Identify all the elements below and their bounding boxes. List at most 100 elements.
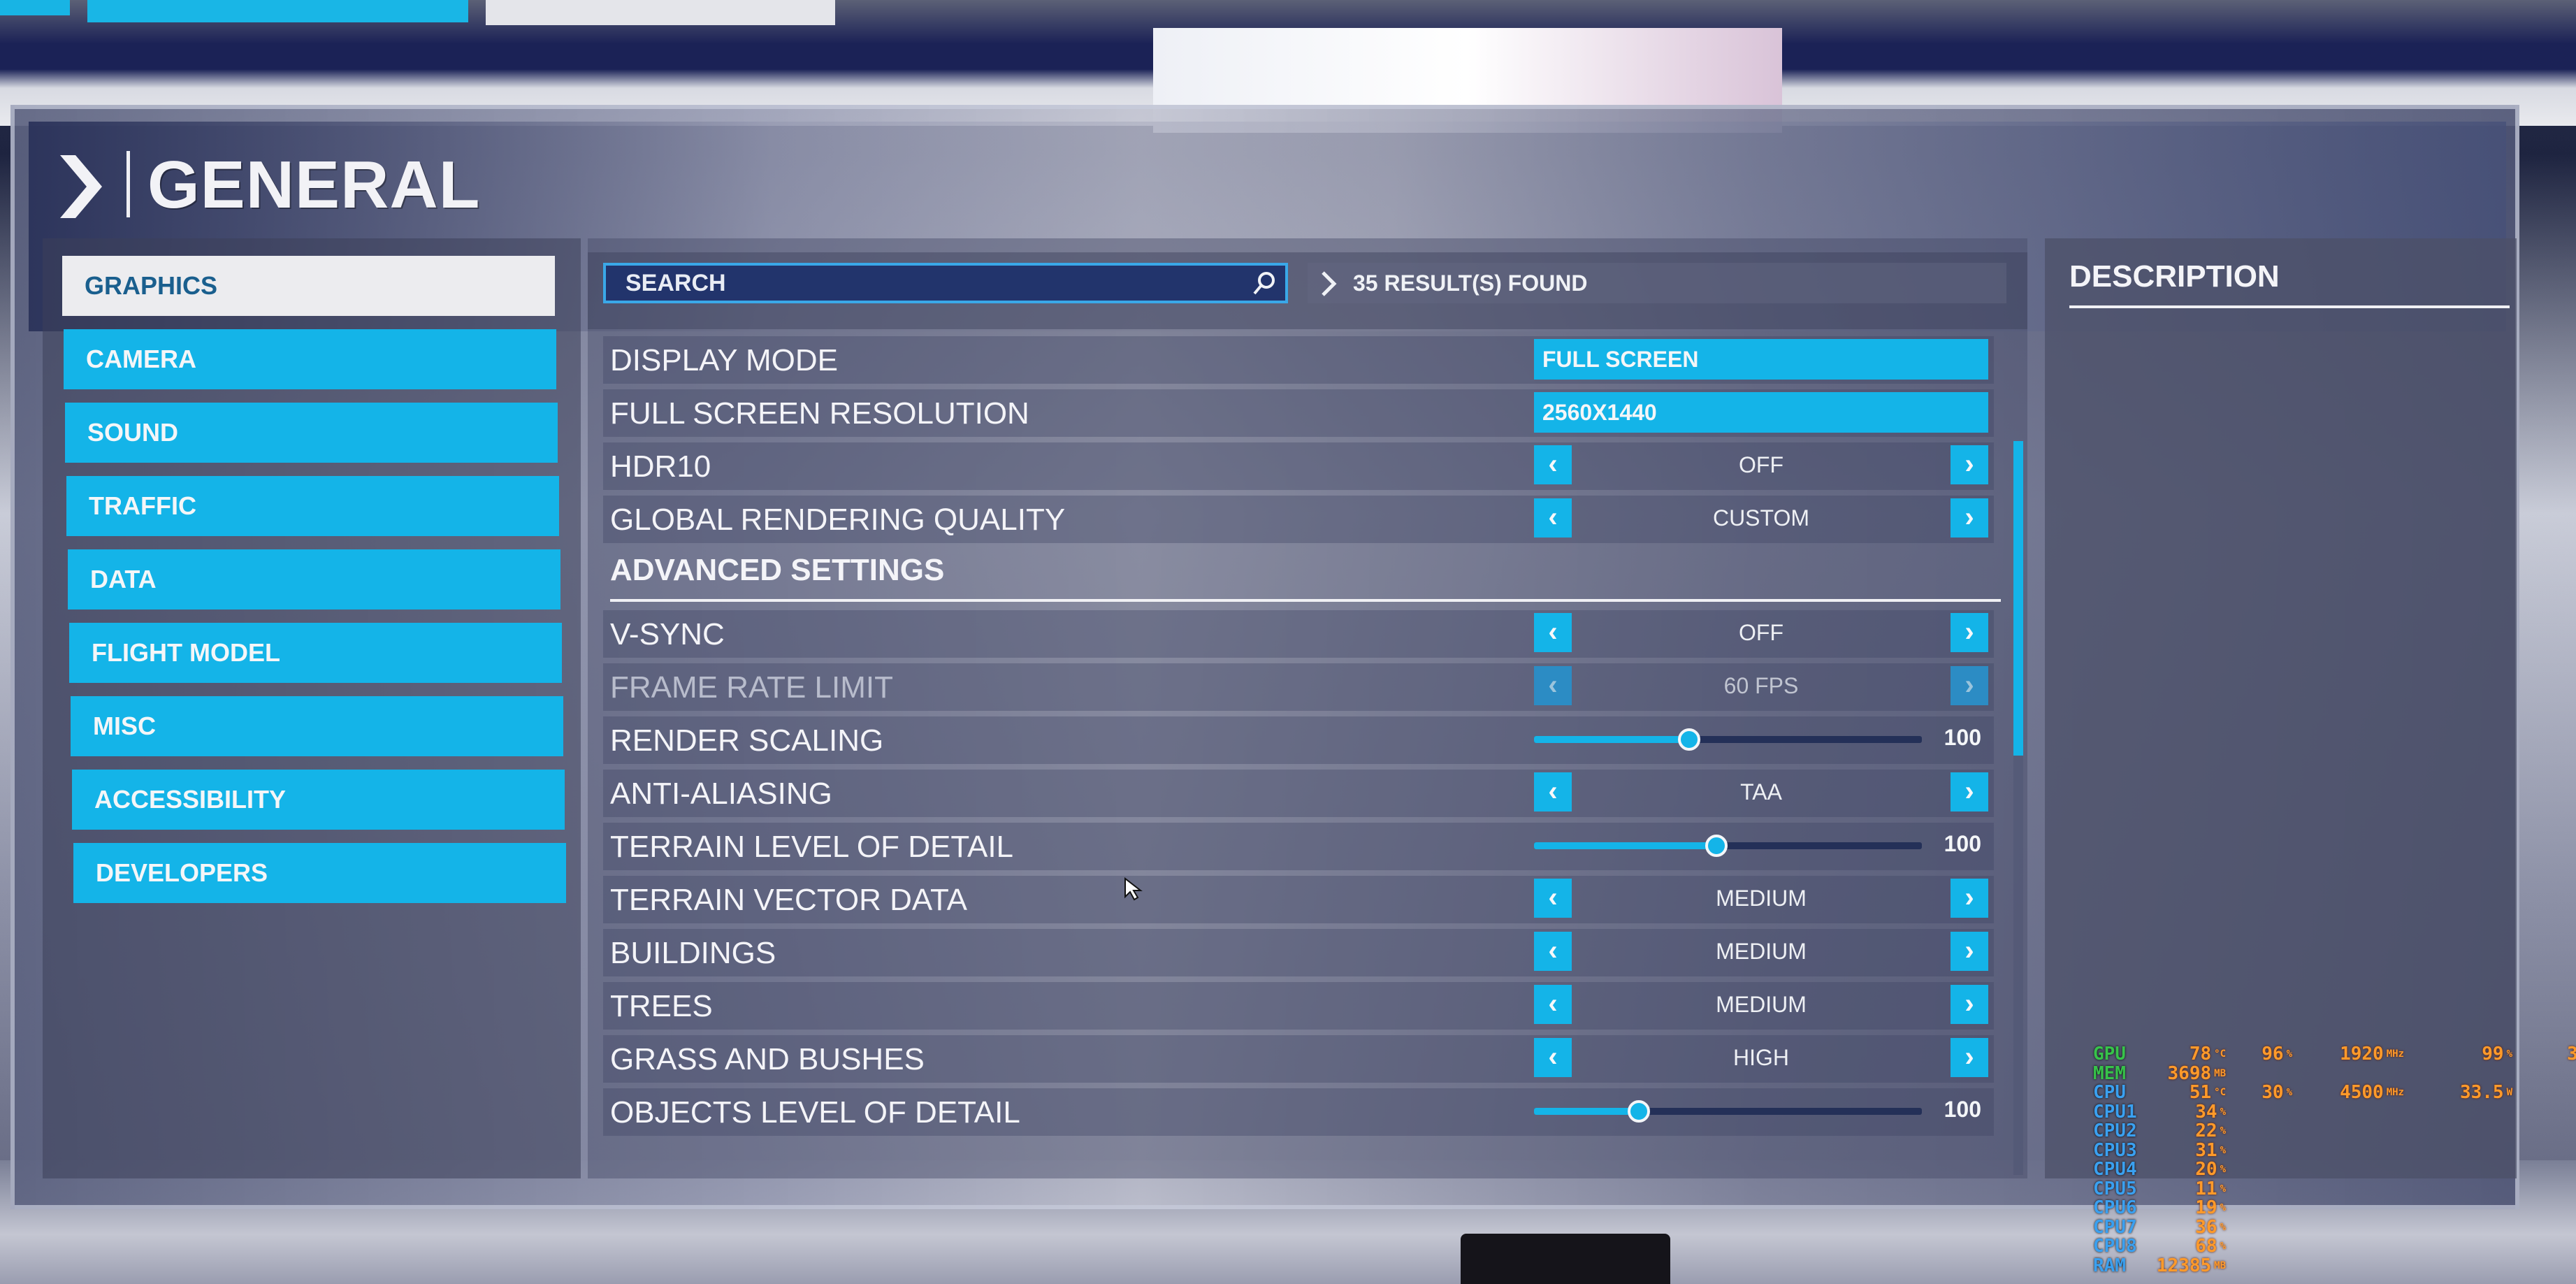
slider-value: 100 — [1944, 1097, 1981, 1122]
sidebar-item-label: CAMERA — [86, 345, 196, 373]
chevron-left-icon[interactable]: ‹ — [1534, 1038, 1572, 1077]
chevron-right-icon[interactable]: › — [1951, 879, 1988, 918]
setting-slider[interactable]: 100 — [1534, 719, 1988, 761]
search-icon[interactable] — [1250, 270, 1278, 298]
description-panel: DESCRIPTION — [2045, 238, 2517, 1178]
setting-label: HDR10 — [610, 449, 711, 484]
osd-value: 4500 MHz — [2327, 1083, 2404, 1103]
chevron-right-icon[interactable]: › — [1951, 498, 1988, 538]
setting-row-buildings: BUILDINGS ‹ MEDIUM › — [603, 929, 1994, 976]
osd-value: 11% — [2149, 1179, 2226, 1199]
chevron-right-icon[interactable]: › — [1951, 985, 1988, 1024]
slider-track[interactable] — [1534, 835, 1922, 857]
osd-number: 68 — [2195, 1236, 2217, 1257]
setting-value: HIGH — [1733, 1045, 1789, 1070]
osd-value: 3364RPM — [2554, 1044, 2576, 1065]
settings-panel: 35 RESULT(S) FOUND DISPLAY MODE FULL SCRE… — [588, 238, 2027, 1178]
slider-fill — [1534, 1108, 1639, 1115]
setting-label: V-SYNC — [610, 617, 725, 651]
osd-number: 36 — [2195, 1216, 2217, 1238]
osd-unit: % — [2220, 1183, 2226, 1195]
chevron-right-icon[interactable]: › — [1951, 445, 1988, 484]
chevron-left-icon[interactable]: ‹ — [1534, 772, 1572, 811]
osd-unit: % — [2220, 1202, 2226, 1213]
slider-thumb[interactable] — [1627, 1100, 1650, 1123]
sidebar-item-label: TRAFFIC — [89, 491, 196, 520]
sidebar-item-developers[interactable]: DEVELOPERS — [73, 843, 566, 903]
osd-unit: % — [2220, 1221, 2226, 1233]
osd-value: 22% — [2149, 1121, 2226, 1141]
osd-value: 30% — [2215, 1083, 2292, 1103]
osd-number: 3364 — [2567, 1044, 2576, 1065]
results-count: 35 RESULT(S) FOUND — [1308, 263, 2006, 303]
scrollbar-thumb[interactable] — [2013, 441, 2023, 756]
sidebar-item-sound[interactable]: SOUND — [65, 403, 558, 463]
osd-number: 33.5 — [2459, 1082, 2504, 1103]
sidebar-item-label: FLIGHT MODEL — [92, 638, 280, 667]
setting-row-render-scaling: RENDER SCALING 100 — [603, 716, 1994, 764]
slider-track[interactable] — [1534, 1100, 1922, 1123]
osd-number: 96 — [2262, 1044, 2284, 1065]
osd-number: 20 — [2195, 1159, 2217, 1180]
slider-fill — [1534, 736, 1689, 743]
osd-number: 99 — [2482, 1044, 2504, 1065]
setting-label: GRASS AND BUSHES — [610, 1042, 925, 1076]
sidebar-item-data[interactable]: DATA — [68, 549, 560, 609]
setting-row-v-sync: V-SYNC ‹ OFF › — [603, 610, 1994, 658]
setting-row-full-screen-resolution: FULL SCREEN RESOLUTION 2560X1440 — [603, 389, 1994, 437]
background-object — [1461, 1234, 1670, 1284]
osd-value: 1920 MHz — [2327, 1044, 2404, 1065]
osd-unit: MB — [2214, 1067, 2226, 1079]
chevron-right-icon — [1322, 271, 1337, 296]
setting-dropdown[interactable]: FULL SCREEN — [1534, 339, 1988, 380]
osd-value: 12385 MB — [2149, 1256, 2226, 1276]
osd-unit: MHz — [2386, 1048, 2404, 1060]
sidebar-item-graphics[interactable]: GRAPHICS — [62, 256, 555, 316]
search-input-box[interactable] — [603, 263, 1288, 303]
chevron-right-icon[interactable]: › — [1951, 932, 1988, 971]
sidebar-item-flight-model[interactable]: FLIGHT MODEL — [69, 623, 562, 683]
osd-unit: W — [2506, 1087, 2512, 1098]
setting-label: OBJECTS LEVEL OF DETAIL — [610, 1095, 1020, 1130]
osd-number: 34 — [2195, 1101, 2217, 1123]
setting-row-frame-rate-limit: FRAME RATE LIMIT ‹ 60 FPS › — [603, 663, 1994, 711]
chevron-right-icon[interactable]: › — [1951, 613, 1988, 652]
setting-slider[interactable]: 100 — [1534, 825, 1988, 867]
sidebar-item-label: SOUND — [87, 418, 179, 447]
chevron-left-icon[interactable]: ‹ — [1534, 932, 1572, 971]
setting-label: TERRAIN LEVEL OF DETAIL — [610, 830, 1014, 864]
osd-value: 68% — [2149, 1236, 2226, 1257]
settings-scrollbar[interactable] — [2013, 441, 2023, 1175]
osd-value: 96% — [2215, 1044, 2292, 1065]
sidebar-item-camera[interactable]: CAMERA — [64, 329, 556, 389]
sidebar-item-accessibility[interactable]: ACCESSIBILITY — [72, 770, 565, 830]
page-title: GENERAL — [147, 147, 481, 222]
description-divider — [2069, 305, 2510, 308]
sidebar-item-misc[interactable]: MISC — [71, 696, 563, 756]
setting-row-global-rendering-quality: GLOBAL RENDERING QUALITY ‹ CUSTOM › — [603, 496, 1994, 543]
sidebar-item-traffic[interactable]: TRAFFIC — [66, 476, 559, 536]
slider-thumb[interactable] — [1678, 728, 1700, 751]
chevron-left-icon[interactable]: ‹ — [1534, 498, 1572, 538]
chevron-left-icon[interactable]: ‹ — [1534, 613, 1572, 652]
background-tab — [87, 0, 468, 22]
chevron-left-icon[interactable]: ‹ — [1534, 445, 1572, 484]
setting-slider[interactable]: 100 — [1534, 1091, 1988, 1133]
chevron-right-icon[interactable]: › — [1951, 772, 1988, 811]
slider-thumb[interactable] — [1705, 835, 1728, 857]
setting-dropdown[interactable]: 2560X1440 — [1534, 392, 1988, 433]
setting-value: TAA — [1740, 779, 1782, 805]
chevron-left-icon[interactable]: ‹ — [1534, 985, 1572, 1024]
section-heading-advanced: ADVANCED SETTINGS — [610, 553, 945, 587]
chevron-left-icon[interactable]: ‹ — [1534, 879, 1572, 918]
osd-number: 51 — [2189, 1082, 2212, 1103]
results-text: 35 RESULT(S) FOUND — [1353, 270, 1588, 296]
chevron-right-icon[interactable]: › — [1951, 1038, 1988, 1077]
search-input[interactable] — [625, 270, 1240, 297]
sidebar-item-label: MISC — [93, 712, 156, 740]
section-divider — [610, 599, 2001, 602]
slider-track[interactable] — [1534, 728, 1922, 751]
osd-value: 51 °C — [2149, 1083, 2226, 1103]
setting-value: MEDIUM — [1716, 886, 1807, 911]
osd-value: 33.5 W — [2436, 1083, 2512, 1103]
